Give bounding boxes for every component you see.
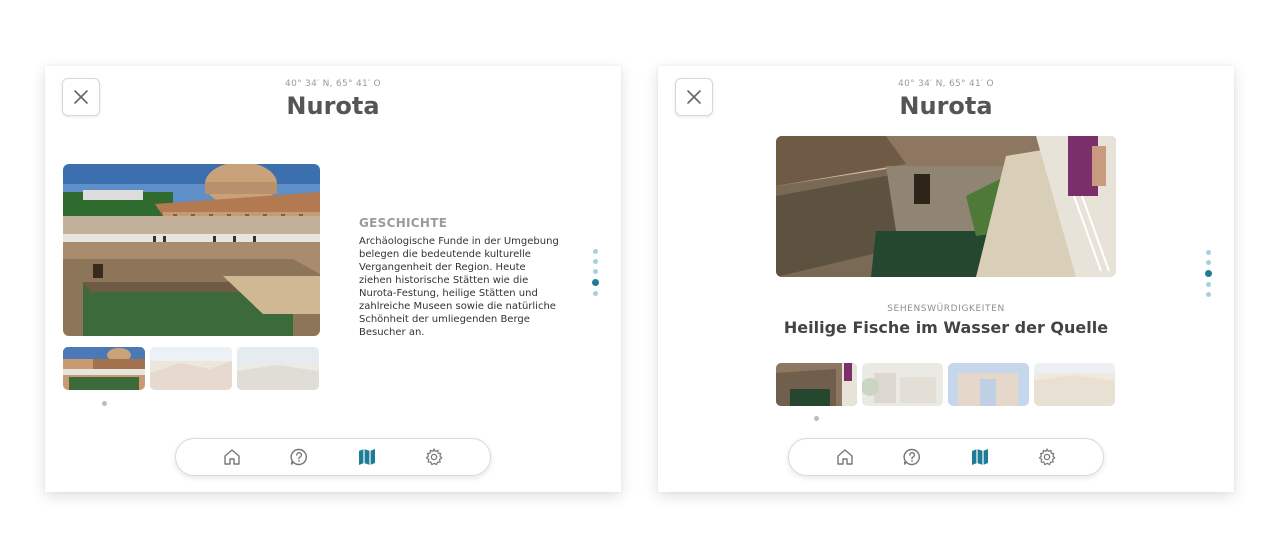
thumbnail-strip <box>776 363 1115 406</box>
help-icon <box>290 448 308 466</box>
map-icon <box>971 449 988 465</box>
page-dot[interactable] <box>1206 260 1211 265</box>
section-heading: GESCHICHTE <box>359 216 448 230</box>
section-text: Archäologische Funde in der Umgebung bel… <box>359 236 559 338</box>
nav-settings-button[interactable] <box>1032 442 1062 472</box>
bottom-nav <box>788 438 1104 476</box>
page-dot[interactable] <box>1206 282 1211 287</box>
nav-home-button[interactable] <box>830 442 860 472</box>
location-card-sights: 40° 34′ N, 65° 41′ O Nurota SEHENSWÜRDIG… <box>658 66 1234 492</box>
caption-title: Heilige Fische im Wasser der Quelle <box>783 318 1109 337</box>
caption-category: SEHENSWÜRDIGKEITEN <box>887 304 1005 314</box>
thumbnail-2[interactable] <box>150 347 232 390</box>
page-dot[interactable] <box>593 291 598 296</box>
home-icon <box>837 449 853 465</box>
page-dot[interactable] <box>1206 292 1211 297</box>
page-indicator <box>592 249 599 296</box>
settings-icon <box>1039 448 1056 466</box>
nav-settings-button[interactable] <box>419 442 449 472</box>
page-dot[interactable] <box>1206 250 1211 255</box>
thumbnail-2[interactable] <box>862 363 943 406</box>
thumbnail-3[interactable] <box>948 363 1029 406</box>
map-icon <box>358 449 375 465</box>
page-dot-active[interactable] <box>1205 270 1212 277</box>
page-dot-active[interactable] <box>592 279 599 286</box>
thumbnail-1[interactable] <box>63 347 145 390</box>
home-icon <box>224 449 240 465</box>
page-dot[interactable] <box>593 249 598 254</box>
thumbnail-indicator <box>814 416 819 421</box>
thumbnail-indicator <box>102 401 107 406</box>
main-photo <box>63 164 320 336</box>
nav-map-button[interactable] <box>965 442 995 472</box>
nav-help-button[interactable] <box>897 442 927 472</box>
nav-map-button[interactable] <box>352 442 382 472</box>
bottom-nav <box>175 438 491 476</box>
coordinates: 40° 34′ N, 65° 41′ O <box>898 79 994 89</box>
location-card-history: 40° 34′ N, 65° 41′ O Nurota GESCHICHTE A… <box>45 66 621 492</box>
help-icon <box>903 448 921 466</box>
nav-help-button[interactable] <box>284 442 314 472</box>
page-indicator <box>1205 250 1212 297</box>
thumbnail-3[interactable] <box>237 347 319 390</box>
thumbnail-4[interactable] <box>1034 363 1115 406</box>
page-title: Nurota <box>899 92 993 120</box>
thumbnail-strip <box>63 347 319 390</box>
settings-icon <box>426 448 443 466</box>
coordinates: 40° 34′ N, 65° 41′ O <box>285 79 381 89</box>
page-title: Nurota <box>286 92 380 120</box>
main-photo <box>776 136 1116 277</box>
page-dot[interactable] <box>593 259 598 264</box>
page-dot[interactable] <box>593 269 598 274</box>
nav-home-button[interactable] <box>217 442 247 472</box>
thumbnail-1[interactable] <box>776 363 857 406</box>
